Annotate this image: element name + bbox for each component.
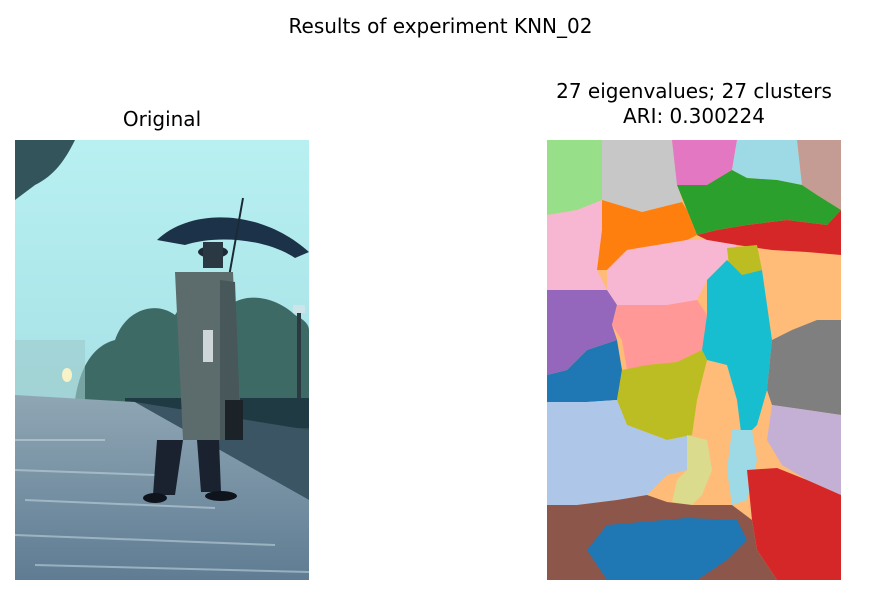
lamp-head	[293, 305, 305, 313]
briefcase	[225, 400, 243, 440]
man-right-shoe	[205, 491, 237, 501]
left-panel-title: Original	[122, 107, 202, 131]
segmentation-image	[547, 140, 841, 580]
lamp-post	[297, 308, 301, 408]
cluster-gray-light	[602, 140, 682, 212]
cluster-pink-light	[547, 200, 607, 290]
segmentation-svg	[547, 140, 841, 580]
original-photo-svg	[15, 140, 309, 580]
original-image	[15, 140, 309, 580]
right-panel-title-line2: ARI: 0.300224	[622, 104, 765, 128]
man-left-shoe	[143, 493, 167, 503]
newspaper	[203, 330, 213, 362]
man-head	[203, 242, 223, 268]
figure-suptitle: Results of experiment KNN_02	[288, 14, 593, 38]
right-panel-title-line1: 27 eigenvalues; 27 clusters	[556, 79, 832, 103]
haze	[15, 340, 85, 400]
right-panel-title: 27 eigenvalues; 27 clusters ARI: 0.30022…	[494, 79, 881, 129]
man-right-leg	[197, 440, 221, 492]
lamp-glow	[62, 368, 72, 382]
